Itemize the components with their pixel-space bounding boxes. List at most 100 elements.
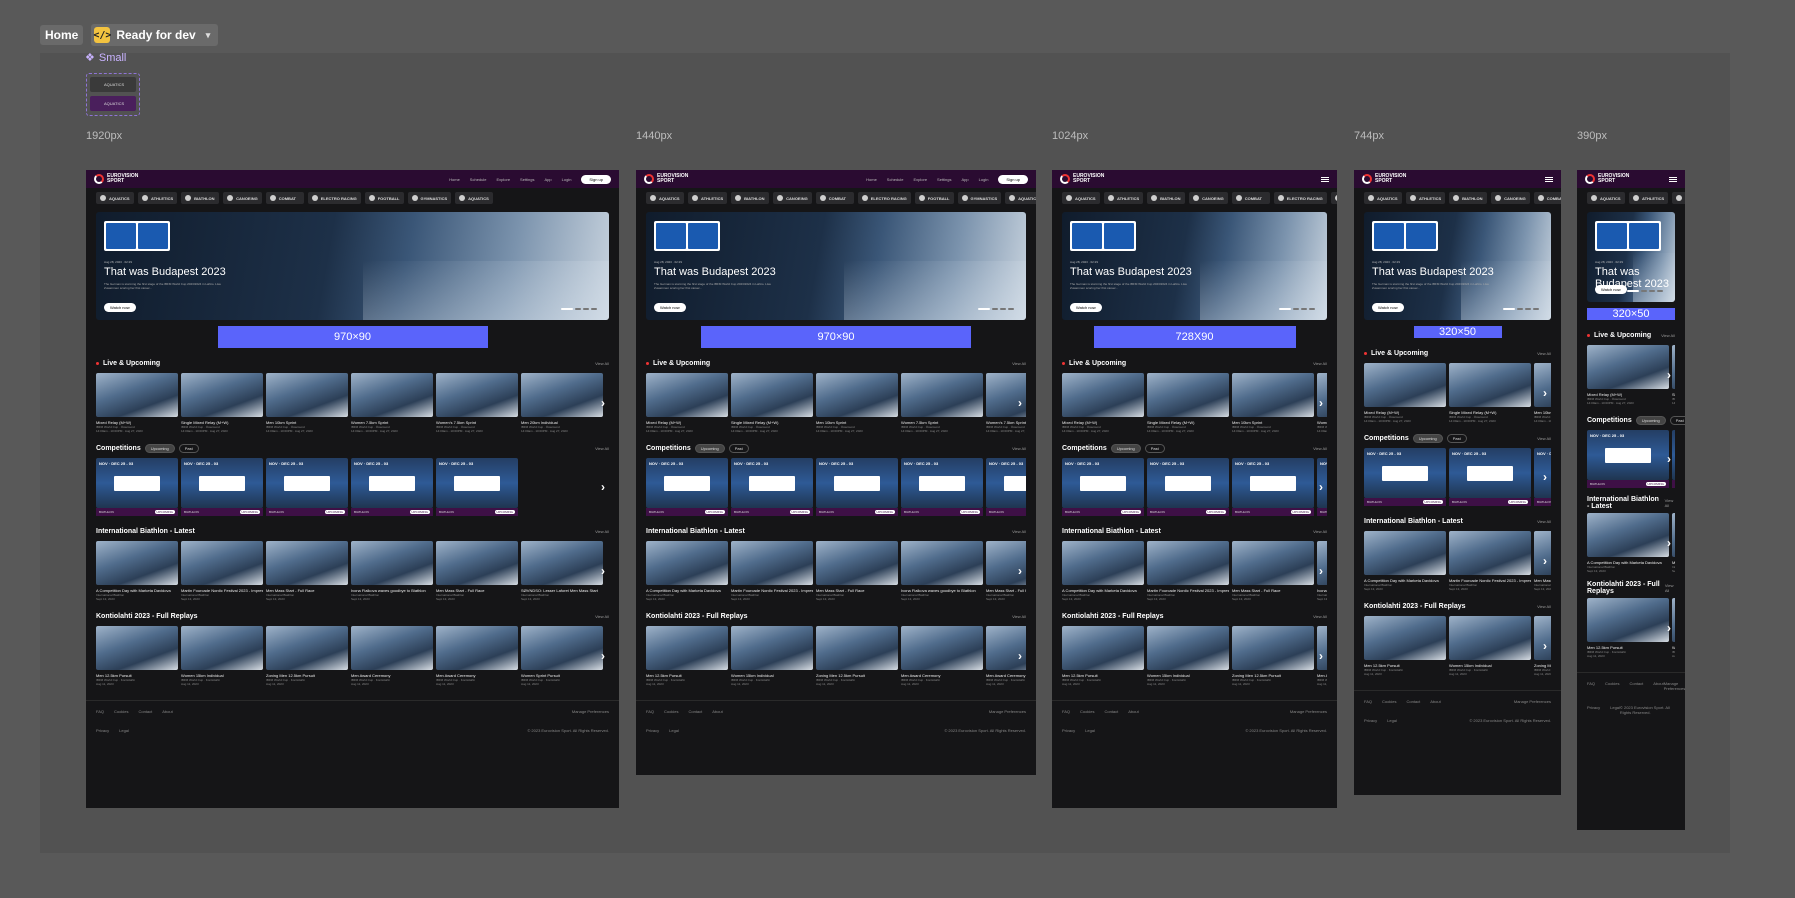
chevron-right-icon[interactable]: › [1543,554,1547,568]
sport-chip[interactable]: AQUATICS [1005,192,1036,204]
view-all-link[interactable]: View All [1012,361,1026,366]
manage-preferences-link[interactable]: Manage Preferences [989,709,1026,714]
eurovision-logo[interactable]: EUROVISION SPORT [1585,174,1632,184]
chevron-right-icon[interactable]: › [1018,396,1022,410]
sport-chip[interactable]: BIATHLON [1449,192,1488,204]
view-all-link[interactable]: View All [1012,614,1026,619]
replay-card[interactable]: Men 12.5km Pursuit IBFM World Cup · Konti… [1587,598,1669,658]
sport-chip[interactable]: COMBAT [815,192,854,204]
sport-chip[interactable]: BIATHLON [731,192,770,204]
latest-card[interactable]: Martin Fourcade Nordic Festival 2023 - I… [1449,531,1531,591]
footer-link[interactable]: Contact [138,709,152,714]
footer-link[interactable]: FAQ [1062,709,1070,714]
latest-card[interactable]: Ivona Fialkova waves goodbye to Biathlon… [351,541,433,601]
live-card[interactable]: Women 7.5km SprintIBFM World Cup · Öster… [351,373,433,433]
hamburger-menu-icon[interactable] [1321,176,1329,182]
competition-card[interactable]: NOV · DEC 25 - 03 BIATHLON UPCOMING [731,458,813,516]
chevron-right-icon[interactable]: › [1667,368,1671,382]
live-card[interactable]: Single Mixed Relay (M+W)IBFM World Cup ·… [731,373,813,433]
footer-link[interactable]: Contact [1629,681,1643,691]
view-all-link[interactable]: View All [595,446,609,451]
latest-card[interactable]: Men Mass Start - Full RaceInternational … [1232,541,1314,601]
footer-link[interactable]: Cookies [1382,699,1396,704]
legal-link[interactable]: Privacy [1364,718,1377,723]
chevron-right-icon[interactable]: › [1018,480,1022,494]
live-card[interactable]: Men 10km SprintIBFM World Cup · Östersun… [1232,373,1314,433]
footer-link[interactable]: Contact [1104,709,1118,714]
component-variants[interactable]: AQUATICS AQUATICS [86,73,140,116]
sport-chip[interactable]: GYMNASTICS [957,192,1002,204]
legal-link[interactable]: Privacy [96,728,109,733]
competition-card[interactable]: NOV · DEC 25 - 03 BIATHLON UPCOMING [1062,458,1144,516]
view-all-link[interactable]: View All [1661,333,1675,338]
legal-link[interactable]: Legal [669,728,679,733]
view-all-link[interactable]: View All [1313,529,1327,534]
sport-chip[interactable]: ATHLETICS [1406,192,1446,204]
live-card[interactable]: Mixed Relay (M+W) IBFM World Cup · Östers… [1062,373,1144,433]
sport-chip[interactable]: FOOTBALL [914,192,954,204]
sport-chip[interactable]: CANOEING [1189,192,1228,204]
sport-chip[interactable]: FOOTBALL [1330,192,1337,204]
sport-chip[interactable]: ATHLETICS [1629,192,1669,204]
replay-card[interactable]: Zoning Men 12.5km PursuitIBFM World Cup … [1232,626,1314,686]
view-all-link[interactable]: View All [595,529,609,534]
manage-preferences-link[interactable]: Manage Preferences [1664,681,1685,691]
sport-chip[interactable]: ATHLETICS [688,192,728,204]
manage-preferences-link[interactable]: Manage Preferences [572,709,609,714]
tab-past[interactable]: Past [1144,443,1165,453]
latest-card[interactable]: Martin Fourcade Nordic Festival 2023 - I… [181,541,263,601]
footer-link[interactable]: Cookies [1080,709,1094,714]
chevron-right-icon[interactable]: › [601,564,605,578]
sport-chip[interactable]: AQUATICS [646,192,684,204]
sport-chip[interactable]: CANOEING [1491,192,1530,204]
nav-link[interactable]: Schedule [887,177,904,182]
carousel-dots[interactable] [978,308,1014,310]
legal-link[interactable]: Legal [119,728,129,733]
latest-card[interactable]: A Competition Day with Marketa Davidova I… [646,541,728,601]
sport-chip[interactable]: COMBAT [1231,192,1270,204]
live-card[interactable]: Men 10km SprintIBFM World Cup · Östersun… [266,373,348,433]
live-card[interactable]: Single Mixed Relay (M+W)IBFM World Cup ·… [1147,373,1229,433]
live-card[interactable]: Mixed Relay (M+W) IBFM World Cup · Östers… [1364,363,1446,423]
tab-past[interactable]: Past [178,443,199,453]
live-card[interactable]: Mixed Relay (M+W) IBFM World Cup · Östers… [646,373,728,433]
tab-past[interactable]: Past [1446,433,1467,443]
tab-upcoming[interactable]: Upcoming [694,443,725,453]
component-label[interactable]: ❖ Small [85,51,126,65]
eurovision-logo[interactable]: EUROVISION SPORT [644,174,691,184]
chevron-right-icon[interactable]: › [1667,536,1671,550]
nav-link[interactable]: Schedule [470,177,487,182]
nav-link[interactable]: Explore [496,177,510,182]
live-card[interactable]: Men 10km SprintIBFM World Cup · Östersun… [816,373,898,433]
sport-chip-selected[interactable]: AQUATICS [90,96,136,111]
chevron-right-icon[interactable]: › [601,480,605,494]
replay-card[interactable]: Zoning Men 12.5km PursuitIBFM World Cup … [266,626,348,686]
footer-link[interactable]: FAQ [1587,681,1595,691]
legal-link[interactable]: Privacy [1062,728,1075,733]
app-link[interactable]: App [545,177,552,182]
tab-upcoming[interactable]: Upcoming [1635,415,1666,425]
replay-card[interactable]: Women 15km IndividualIBFM World Cup · Ko… [1449,616,1531,676]
watch-now-button[interactable]: Watch now [1595,285,1627,294]
view-all-link[interactable]: View All [1537,436,1551,441]
footer-link[interactable]: About [1653,681,1663,691]
carousel-dots[interactable] [1503,308,1539,310]
tab-past[interactable]: Past [1669,415,1685,425]
view-all-link[interactable]: View All [1537,351,1551,356]
view-all-link[interactable]: View All [1012,446,1026,451]
latest-card[interactable]: Men Mass Start - Full RaceInternational … [816,541,898,601]
sport-chip[interactable]: ATHLETICS [1104,192,1144,204]
footer-link[interactable]: About [1128,709,1138,714]
latest-card[interactable]: A Competition Day with Marketa Davidova I… [96,541,178,601]
tab-upcoming[interactable]: Upcoming [144,443,175,453]
replay-card[interactable]: Men Award CeremonyIBFM World Cup · Konti… [436,626,518,686]
latest-card[interactable]: Martin Fourcade Nordic Festival 2023 - I… [1147,541,1229,601]
signup-button[interactable]: Sign up [998,174,1028,184]
nav-link[interactable]: Home [449,177,460,182]
sport-chip[interactable]: CANOEING [223,192,262,204]
footer-link[interactable]: Contact [1406,699,1420,704]
competition-card[interactable]: NOV · DEC 25 - 03 BIATHLON UPCOMING [1587,430,1669,488]
chevron-right-icon[interactable]: › [1543,639,1547,653]
chevron-right-icon[interactable]: › [601,396,605,410]
legal-link[interactable]: Legal [1387,718,1397,723]
